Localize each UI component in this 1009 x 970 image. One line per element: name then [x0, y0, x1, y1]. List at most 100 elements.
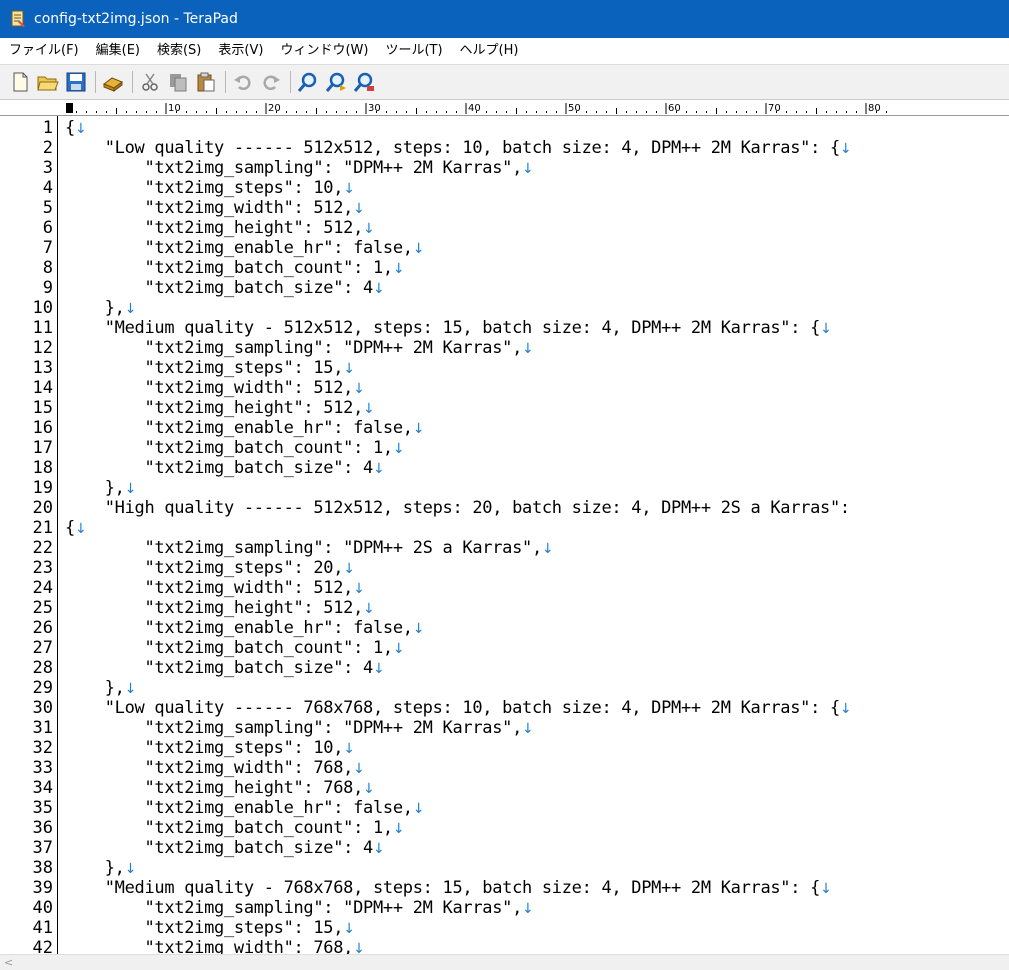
line-number: 35: [32, 798, 53, 818]
code-line[interactable]: "txt2img_steps": 10,↓: [65, 178, 354, 198]
code-text: "txt2img_batch_count": 1,: [65, 818, 393, 838]
menu-help[interactable]: ヘルプ(H): [451, 38, 527, 64]
code-line[interactable]: "Low quality ------ 512x512, steps: 10, …: [65, 138, 852, 158]
line-number: 1: [42, 118, 53, 138]
toolbar: [0, 64, 1009, 100]
code-line[interactable]: "txt2img_width": 512,↓: [65, 378, 364, 398]
code-line[interactable]: "Low quality ------ 768x768, steps: 10, …: [65, 698, 852, 718]
line-break-mark-icon: ↓: [343, 561, 355, 577]
code-line[interactable]: "txt2img_steps": 20,↓: [65, 558, 355, 578]
ruler-minor-tick: [686, 111, 687, 113]
code-line[interactable]: },↓: [65, 478, 137, 498]
ruler-minor-tick: [856, 111, 857, 113]
menu-edit[interactable]: 編集(E): [87, 38, 148, 64]
line-break-mark-icon: ↓: [820, 321, 832, 337]
ruler-minor-tick: [706, 111, 707, 113]
open-folder-icon[interactable]: [36, 70, 60, 94]
line-break-mark-icon: ↓: [353, 941, 365, 954]
code-line[interactable]: "txt2img_steps": 15,↓: [65, 358, 354, 378]
code-line[interactable]: "txt2img_enable_hr": false,↓: [65, 618, 424, 638]
paste-icon[interactable]: [194, 70, 218, 94]
toolbar-separator: [132, 71, 133, 93]
code-line[interactable]: "txt2img_batch_size": 4↓: [65, 838, 384, 858]
code-line[interactable]: },↓: [65, 858, 137, 878]
code-line[interactable]: "txt2img_batch_count": 1,↓: [65, 258, 404, 278]
code-line[interactable]: "txt2img_sampling": "DPM++ 2M Karras",↓: [65, 898, 533, 918]
code-line[interactable]: "txt2img_batch_size": 4↓: [65, 278, 384, 298]
code-text: "txt2img_enable_hr": false,: [65, 798, 413, 818]
code-line[interactable]: "txt2img_enable_hr": false,↓: [65, 238, 424, 258]
title-bar[interactable]: config-txt2img.json - TeraPad: [0, 0, 1009, 38]
line-number: 6: [42, 218, 53, 238]
ruler-label: 30: [368, 103, 381, 114]
new-file-icon[interactable]: [8, 70, 32, 94]
code-line[interactable]: "txt2img_sampling": "DPM++ 2M Karras",↓: [65, 718, 533, 738]
cut-icon[interactable]: [138, 70, 162, 94]
code-line[interactable]: "txt2img_height": 768,↓: [65, 778, 374, 798]
code-line[interactable]: "txt2img_enable_hr": false,↓: [65, 418, 424, 438]
copy-icon[interactable]: [166, 70, 190, 94]
code-line[interactable]: "txt2img_width": 512,↓: [65, 578, 364, 598]
text-area[interactable]: {↓ "Low quality ------ 512x512, steps: 1…: [65, 116, 1005, 954]
text-editor[interactable]: 1 2 3 4 5 6 7 8 9 10 11 12 13 14 15 16 17 18 19 20 21 22 23 24 2…: [0, 116, 1009, 954]
code-line[interactable]: "txt2img_height": 512,↓: [65, 598, 374, 618]
find-prev-icon[interactable]: [352, 70, 376, 94]
find-next-icon[interactable]: [324, 70, 348, 94]
menu-search[interactable]: 検索(S): [148, 38, 209, 64]
scroll-left-arrow-icon[interactable]: <: [4, 956, 13, 969]
code-line[interactable]: "txt2img_sampling": "DPM++ 2M Karras",↓: [65, 158, 533, 178]
code-line[interactable]: "txt2img_batch_size": 4↓: [65, 658, 384, 678]
menu-file[interactable]: ファイル(F): [0, 38, 87, 64]
line-break-mark-icon: ↓: [392, 641, 405, 657]
line-break-mark-icon: ↓: [363, 221, 375, 237]
save-icon[interactable]: [64, 70, 88, 94]
code-text: "txt2img_width": 768,: [65, 938, 354, 954]
code-line[interactable]: {↓: [65, 518, 87, 538]
code-line[interactable]: "Medium quality - 512x512, steps: 15, ba…: [65, 318, 832, 338]
ruler-minor-tick: [536, 111, 537, 113]
code-line[interactable]: {↓: [65, 118, 87, 138]
code-line[interactable]: "txt2img_batch_count": 1,↓: [65, 638, 404, 658]
code-line[interactable]: "Medium quality - 768x768, steps: 15, ba…: [65, 878, 832, 898]
code-line[interactable]: "txt2img_width": 768,↓: [65, 938, 365, 954]
code-line[interactable]: "txt2img_sampling": "DPM++ 2M Karras",↓: [65, 338, 533, 358]
code-line[interactable]: },↓: [65, 298, 137, 318]
code-line[interactable]: "txt2img_height": 512,↓: [65, 398, 374, 418]
ruler-minor-tick: [786, 111, 787, 113]
code-line[interactable]: "txt2img_sampling": "DPM++ 2S a Karras",…: [65, 538, 553, 558]
find-icon[interactable]: [296, 70, 320, 94]
redo-icon[interactable]: [259, 70, 283, 94]
line-number: 26: [32, 618, 53, 638]
column-ruler: 10 20 30 40 50 60 70 80: [0, 100, 1009, 116]
code-line[interactable]: "txt2img_width": 512,↓: [65, 198, 364, 218]
menu-window[interactable]: ウィンドウ(W): [271, 38, 376, 64]
ruler-minor-tick: [716, 108, 717, 114]
ruler-minor-tick: [196, 111, 197, 113]
code-line[interactable]: "High quality ------ 512x512, steps: 20,…: [65, 498, 850, 518]
horizontal-scrollbar[interactable]: <: [0, 954, 1009, 970]
code-line[interactable]: },↓: [65, 678, 137, 698]
code-line[interactable]: "txt2img_steps": 10,↓: [65, 738, 354, 758]
code-line[interactable]: "txt2img_enable_hr": false,↓: [65, 798, 424, 818]
code-line[interactable]: "txt2img_batch_size": 4↓: [65, 458, 384, 478]
menu-tools[interactable]: ツール(T): [376, 38, 450, 64]
ruler-minor-tick: [726, 111, 727, 113]
code-line[interactable]: "txt2img_steps": 15,↓: [65, 918, 355, 938]
undo-icon[interactable]: [231, 70, 255, 94]
code-line[interactable]: "txt2img_width": 768,↓: [65, 758, 364, 778]
menu-view[interactable]: 表示(V): [209, 38, 271, 64]
ruler-minor-tick: [296, 111, 297, 113]
code-line[interactable]: "txt2img_batch_count": 1,↓: [65, 438, 404, 458]
code-text: "txt2img_sampling": "DPM++ 2M Karras",: [65, 158, 523, 178]
ruler-minor-tick: [346, 111, 347, 113]
line-number: 39: [32, 878, 53, 898]
line-break-mark-icon: ↓: [343, 921, 355, 937]
line-number: 36: [32, 818, 53, 838]
ruler-minor-tick: [616, 108, 617, 114]
code-text: "txt2img_enable_hr": false,: [65, 238, 413, 258]
code-line[interactable]: "txt2img_batch_count": 1,↓: [65, 818, 404, 838]
line-break-mark-icon: ↓: [124, 681, 137, 697]
code-line[interactable]: "txt2img_height": 512,↓: [65, 218, 374, 238]
print-icon[interactable]: [101, 70, 125, 94]
line-break-mark-icon: ↓: [392, 441, 405, 457]
